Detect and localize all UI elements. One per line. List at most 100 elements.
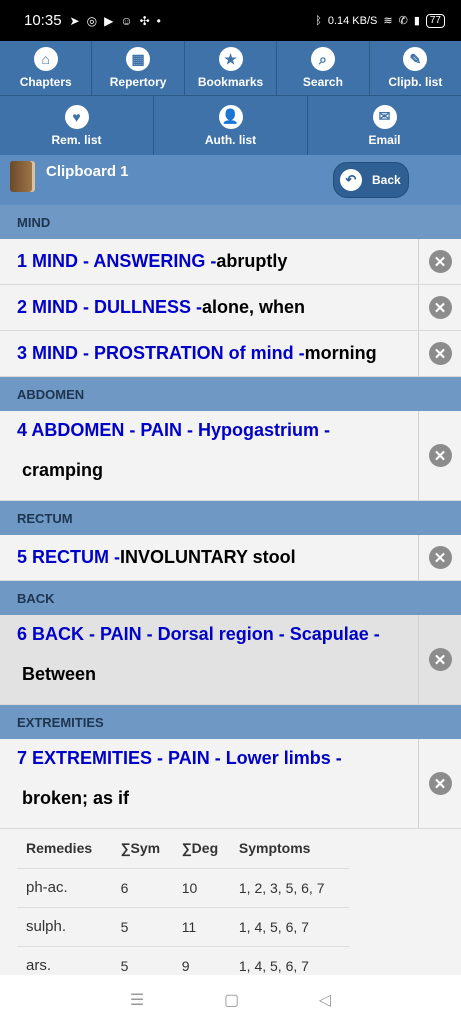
nav-label: Rem. list [51,132,102,147]
nav-bookmarks[interactable]: ★ Bookmarks [185,41,278,95]
net-speed: 0.14 KB/S [327,14,378,27]
dot-icon: • [156,13,161,28]
table-row[interactable]: sulph. 5 11 1, 4, 5, 6, 7 [17,907,349,947]
nav-label: Chapters [19,75,72,89]
clipboard-item[interactable]: 4 ABDOMEN - PAIN - Hypogastrium - crampi… [0,411,461,501]
app-icon: ✣ [139,13,150,28]
remedy-value: 1, 2, 3, 5, 6, 7 [229,868,349,908]
clipboard-item[interactable]: 5 RECTUM - INVOLUNTARY stool ✕ [0,535,461,581]
wifi-icon: ≋ [383,15,393,27]
remedy-name: ph-ac. [17,868,112,908]
rubric-path: 1 MIND - ANSWERING - [17,251,217,271]
instagram-icon: ◎ [86,13,98,28]
close-icon: ✕ [428,546,452,569]
remove-item-button[interactable]: ✕ [418,331,461,376]
remove-item-button[interactable]: ✕ [418,739,461,828]
close-icon: ✕ [428,772,452,795]
rubric-text: 3 MIND - PROSTRATION of mind - morning [0,331,418,376]
rubric-term: broken; as if [22,788,130,808]
rubric-path: 5 RECTUM - [17,547,120,567]
rubric-text: 1 MIND - ANSWERING - abruptly [0,239,418,284]
column-header: Symptoms [229,829,349,869]
nav-row-2: ♥ Rem. list 👤 Auth. list ✉ Email [0,95,461,155]
rubric-text: 5 RECTUM - INVOLUNTARY stool [0,535,418,580]
heart-icon: ♥ [64,104,89,129]
send-icon: ➤ [69,13,80,28]
remove-item-button[interactable]: ✕ [418,239,461,284]
status-time: 10:35 [24,12,62,29]
nav-label: Clipb. list [388,75,443,89]
clipboard-item[interactable]: 7 EXTREMITIES - PAIN - Lower limbs - bro… [0,739,461,829]
status-right: ᛒ 0.14 KB/S ≋ ✆ ▮ 77 [315,13,445,28]
search-icon: ⌕ [310,47,335,71]
remove-item-button[interactable]: ✕ [418,535,461,580]
nav-repertory[interactable]: ▦ Repertory [92,41,185,95]
clipboard-item[interactable]: 2 MIND - DULLNESS - alone, when ✕ [0,285,461,331]
close-icon: ✕ [428,648,452,671]
rubric-term: alone, when [202,297,306,317]
battery-icon: 77 [425,13,445,28]
nav-search[interactable]: ⌕ Search [277,41,370,95]
rubric-path: 7 EXTREMITIES - PAIN - Lower limbs - [17,748,342,768]
snapchat-icon: ☺ [120,13,133,28]
close-icon: ✕ [428,444,452,467]
status-bar: 10:35 ➤ ◎ ▶ ☺ ✣ • ᛒ 0.14 KB/S ≋ ✆ ▮ 77 [0,0,461,41]
call-icon: ✆ [398,15,408,27]
nav-label: Auth. list [204,132,257,147]
remove-item-button[interactable]: ✕ [418,615,461,704]
rubric-path: 6 BACK - PAIN - Dorsal region - Scapulae… [17,624,380,644]
nav-clipb-list[interactable]: ✎ Clipb. list [370,41,461,95]
pencil-icon: ✎ [403,47,428,71]
rubric-term: cramping [22,460,104,480]
clipboard-item[interactable]: 3 MIND - PROSTRATION of mind - morning ✕ [0,331,461,377]
nav-label: Search [302,75,343,89]
nav-rem-list[interactable]: ♥ Rem. list [0,96,154,155]
rubric-term: INVOLUNTARY stool [120,547,296,567]
mail-icon: ✉ [372,104,397,129]
section-header: RECTUM [0,501,461,535]
remedies-header-row: Remedies ∑Sym ∑Deg Symptoms [17,829,349,869]
recents-icon[interactable]: ☰ [130,990,144,1010]
clipboard-title: Clipboard 1 [46,163,129,180]
remove-item-button[interactable]: ✕ [418,285,461,330]
remove-item-button[interactable]: ✕ [418,411,461,500]
close-icon: ✕ [428,250,452,273]
table-row[interactable]: ph-ac. 6 10 1, 2, 3, 5, 6, 7 [17,868,349,908]
nav-label: Bookmarks [197,75,264,89]
rubric-path: 3 MIND - PROSTRATION of mind - [17,343,305,363]
top-nav: ⌂ Chapters ▦ Repertory ★ Bookmarks ⌕ Search ✎ Cli… [0,41,461,155]
youtube-icon: ▶ [104,13,114,28]
notification-icons: ➤ ◎ ▶ ☺ ✣ • [70,14,161,28]
remedy-value: 1, 4, 5, 6, 7 [229,907,349,947]
rubric-term: Between [22,664,97,684]
clipboard-item[interactable]: 1 MIND - ANSWERING - abruptly ✕ [0,239,461,285]
rubric-path: 4 ABDOMEN - PAIN - Hypogastrium - [17,420,331,440]
nav-auth-list[interactable]: 👤 Auth. list [154,96,308,155]
signal-icon: ▮ [413,15,420,27]
remedy-value: 5 [111,907,173,947]
remedy-value: 11 [172,907,230,947]
back-label: Back [372,173,401,187]
back-arrow-icon: ↶ [340,169,362,191]
grid-icon: ▦ [126,47,151,71]
nav-chapters[interactable]: ⌂ Chapters [0,41,93,95]
star-icon: ★ [218,47,243,71]
remedy-name: sulph. [17,907,112,947]
back-button[interactable]: ↶ Back [333,162,409,198]
book-icon [10,161,35,192]
nav-email[interactable]: ✉ Email [308,96,461,155]
clipboard-item[interactable]: 6 BACK - PAIN - Dorsal region - Scapulae… [0,615,461,705]
remedies-table: Remedies ∑Sym ∑Deg Symptoms ph-ac. 6 10 1, 2, … [17,829,349,986]
home-button-icon[interactable]: ▢ [224,990,239,1010]
back-nav-icon[interactable]: ◁ [319,990,331,1010]
system-nav-bar: ☰ ▢ ◁ [0,975,461,1024]
close-icon: ✕ [428,296,452,319]
rubric-text: 4 ABDOMEN - PAIN - Hypogastrium - crampi… [0,411,418,500]
remedy-value: 6 [111,868,173,908]
clipboard-list: MIND 1 MIND - ANSWERING - abruptly ✕ 2 MIND… [0,205,461,829]
clipboard-header: Clipboard 1 ↶ Back [0,155,461,205]
column-header: Remedies [17,829,112,869]
rubric-text: 2 MIND - DULLNESS - alone, when [0,285,418,330]
section-header: EXTREMITIES [0,705,461,739]
column-header: ∑Deg [172,829,230,869]
